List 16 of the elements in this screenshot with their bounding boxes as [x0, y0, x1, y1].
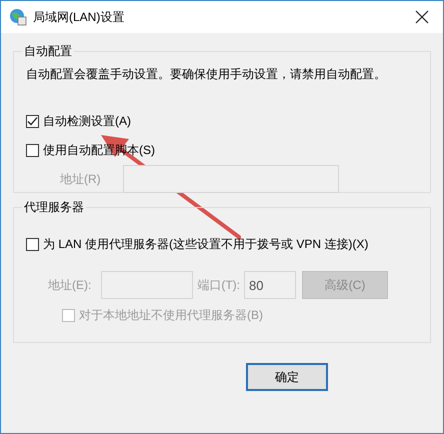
group-title: 代理服务器 [23, 199, 85, 216]
field-label: 地址(R) [60, 170, 101, 188]
description-text: 自动配置会覆盖手动设置。要确保使用手动设置，请禁用自动配置。 [26, 66, 387, 83]
field-label: 端口(T): [197, 276, 240, 294]
close-icon[interactable] [415, 10, 429, 24]
checkbox[interactable] [26, 144, 39, 157]
window-title: 局域网(LAN)设置 [33, 8, 126, 26]
checkbox-label: 为 LAN 使用代理服务器(这些设置不用于拨号或 VPN 连接)(X) [43, 236, 368, 253]
checkbox[interactable] [26, 238, 39, 251]
network-globe-icon [9, 8, 27, 26]
group-title: 自动配置 [23, 43, 73, 60]
ok-button[interactable]: 确定 [246, 363, 328, 391]
checkbox-label: 自动检测设置(A) [43, 113, 131, 130]
field-label: 地址(E): [48, 276, 92, 294]
checkbox-label: 对于本地地址不使用代理服务器(B) [79, 307, 263, 324]
checkbox[interactable] [26, 115, 39, 128]
